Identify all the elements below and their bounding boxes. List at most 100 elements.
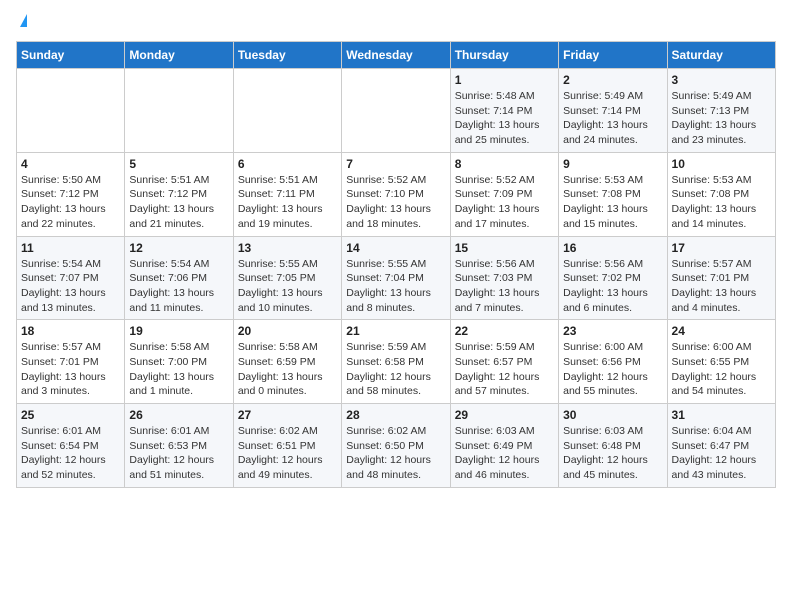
day-info: Sunrise: 5:48 AMSunset: 7:14 PMDaylight:… xyxy=(455,89,554,148)
calendar-cell: 12 Sunrise: 5:54 AMSunset: 7:06 PMDayligh… xyxy=(125,236,233,320)
day-info: Sunrise: 5:51 AMSunset: 7:11 PMDaylight:… xyxy=(238,173,337,232)
day-number: 22 xyxy=(455,324,554,338)
day-info: Sunrise: 6:00 AMSunset: 6:56 PMDaylight:… xyxy=(563,340,662,399)
calendar-cell: 1 Sunrise: 5:48 AMSunset: 7:14 PMDaylight… xyxy=(450,69,558,153)
day-info: Sunrise: 5:58 AMSunset: 7:00 PMDaylight:… xyxy=(129,340,228,399)
day-number: 24 xyxy=(672,324,771,338)
calendar-header-wednesday: Wednesday xyxy=(342,42,450,69)
day-number: 25 xyxy=(21,408,120,422)
calendar-cell: 11 Sunrise: 5:54 AMSunset: 7:07 PMDayligh… xyxy=(17,236,125,320)
calendar-cell: 26 Sunrise: 6:01 AMSunset: 6:53 PMDayligh… xyxy=(125,404,233,488)
calendar-table: SundayMondayTuesdayWednesdayThursdayFrid… xyxy=(16,41,776,488)
calendar-cell: 14 Sunrise: 5:55 AMSunset: 7:04 PMDayligh… xyxy=(342,236,450,320)
calendar-cell: 10 Sunrise: 5:53 AMSunset: 7:08 PMDayligh… xyxy=(667,152,775,236)
day-number: 23 xyxy=(563,324,662,338)
calendar-cell xyxy=(17,69,125,153)
calendar-cell: 29 Sunrise: 6:03 AMSunset: 6:49 PMDayligh… xyxy=(450,404,558,488)
day-number: 5 xyxy=(129,157,228,171)
day-number: 17 xyxy=(672,241,771,255)
day-number: 20 xyxy=(238,324,337,338)
calendar-header-saturday: Saturday xyxy=(667,42,775,69)
calendar-header-monday: Monday xyxy=(125,42,233,69)
calendar-week-row: 4 Sunrise: 5:50 AMSunset: 7:12 PMDaylight… xyxy=(17,152,776,236)
day-info: Sunrise: 5:55 AMSunset: 7:04 PMDaylight:… xyxy=(346,257,445,316)
day-number: 8 xyxy=(455,157,554,171)
day-info: Sunrise: 6:02 AMSunset: 6:50 PMDaylight:… xyxy=(346,424,445,483)
calendar-cell: 20 Sunrise: 5:58 AMSunset: 6:59 PMDayligh… xyxy=(233,320,341,404)
calendar-cell: 4 Sunrise: 5:50 AMSunset: 7:12 PMDaylight… xyxy=(17,152,125,236)
day-info: Sunrise: 5:52 AMSunset: 7:09 PMDaylight:… xyxy=(455,173,554,232)
calendar-cell: 3Sunrise: 5:49 AMSunset: 7:13 PMDaylight… xyxy=(667,69,775,153)
calendar-header-sunday: Sunday xyxy=(17,42,125,69)
calendar-cell: 19 Sunrise: 5:58 AMSunset: 7:00 PMDayligh… xyxy=(125,320,233,404)
calendar-cell: 27 Sunrise: 6:02 AMSunset: 6:51 PMDayligh… xyxy=(233,404,341,488)
day-info: Sunrise: 5:49 AMSunset: 7:14 PMDaylight:… xyxy=(563,89,662,148)
day-info: Sunrise: 5:53 AMSunset: 7:08 PMDaylight:… xyxy=(672,173,771,232)
calendar-cell: 25Sunrise: 6:01 AMSunset: 6:54 PMDayligh… xyxy=(17,404,125,488)
calendar-cell: 8 Sunrise: 5:52 AMSunset: 7:09 PMDaylight… xyxy=(450,152,558,236)
day-info: Sunrise: 5:54 AMSunset: 7:07 PMDaylight:… xyxy=(21,257,120,316)
day-number: 14 xyxy=(346,241,445,255)
day-number: 29 xyxy=(455,408,554,422)
calendar-cell xyxy=(125,69,233,153)
day-number: 19 xyxy=(129,324,228,338)
calendar-week-row: 11 Sunrise: 5:54 AMSunset: 7:07 PMDayligh… xyxy=(17,236,776,320)
calendar-header-tuesday: Tuesday xyxy=(233,42,341,69)
day-number: 27 xyxy=(238,408,337,422)
page-header xyxy=(16,16,776,29)
day-info: Sunrise: 5:56 AMSunset: 7:03 PMDaylight:… xyxy=(455,257,554,316)
calendar-cell xyxy=(342,69,450,153)
calendar-cell: 5 Sunrise: 5:51 AMSunset: 7:12 PMDaylight… xyxy=(125,152,233,236)
calendar-cell: 28 Sunrise: 6:02 AMSunset: 6:50 PMDayligh… xyxy=(342,404,450,488)
day-number: 30 xyxy=(563,408,662,422)
day-number: 31 xyxy=(672,408,771,422)
day-info: Sunrise: 5:54 AMSunset: 7:06 PMDaylight:… xyxy=(129,257,228,316)
day-number: 15 xyxy=(455,241,554,255)
calendar-cell: 6Sunrise: 5:51 AMSunset: 7:11 PMDaylight… xyxy=(233,152,341,236)
calendar-cell: 15 Sunrise: 5:56 AMSunset: 7:03 PMDayligh… xyxy=(450,236,558,320)
calendar-week-row: 18 Sunrise: 5:57 AMSunset: 7:01 PMDayligh… xyxy=(17,320,776,404)
calendar-cell: 13Sunrise: 5:55 AMSunset: 7:05 PMDayligh… xyxy=(233,236,341,320)
calendar-cell: 9 Sunrise: 5:53 AMSunset: 7:08 PMDaylight… xyxy=(559,152,667,236)
day-info: Sunrise: 6:02 AMSunset: 6:51 PMDaylight:… xyxy=(238,424,337,483)
day-info: Sunrise: 5:50 AMSunset: 7:12 PMDaylight:… xyxy=(21,173,120,232)
day-info: Sunrise: 5:51 AMSunset: 7:12 PMDaylight:… xyxy=(129,173,228,232)
day-info: Sunrise: 5:52 AMSunset: 7:10 PMDaylight:… xyxy=(346,173,445,232)
day-number: 21 xyxy=(346,324,445,338)
calendar-cell: 18 Sunrise: 5:57 AMSunset: 7:01 PMDayligh… xyxy=(17,320,125,404)
calendar-cell: 31 Sunrise: 6:04 AMSunset: 6:47 PMDayligh… xyxy=(667,404,775,488)
day-number: 1 xyxy=(455,73,554,87)
day-number: 9 xyxy=(563,157,662,171)
day-info: Sunrise: 5:59 AMSunset: 6:58 PMDaylight:… xyxy=(346,340,445,399)
day-info: Sunrise: 6:03 AMSunset: 6:49 PMDaylight:… xyxy=(455,424,554,483)
day-number: 10 xyxy=(672,157,771,171)
day-info: Sunrise: 6:01 AMSunset: 6:53 PMDaylight:… xyxy=(129,424,228,483)
day-number: 4 xyxy=(21,157,120,171)
calendar-cell: 2Sunrise: 5:49 AMSunset: 7:14 PMDaylight… xyxy=(559,69,667,153)
day-number: 12 xyxy=(129,241,228,255)
calendar-cell: 30Sunrise: 6:03 AMSunset: 6:48 PMDayligh… xyxy=(559,404,667,488)
day-info: Sunrise: 6:04 AMSunset: 6:47 PMDaylight:… xyxy=(672,424,771,483)
day-info: Sunrise: 5:55 AMSunset: 7:05 PMDaylight:… xyxy=(238,257,337,316)
day-number: 18 xyxy=(21,324,120,338)
day-info: Sunrise: 5:57 AMSunset: 7:01 PMDaylight:… xyxy=(21,340,120,399)
calendar-week-row: 1 Sunrise: 5:48 AMSunset: 7:14 PMDaylight… xyxy=(17,69,776,153)
day-number: 7 xyxy=(346,157,445,171)
calendar-cell: 23 Sunrise: 6:00 AMSunset: 6:56 PMDayligh… xyxy=(559,320,667,404)
day-number: 16 xyxy=(563,241,662,255)
day-number: 28 xyxy=(346,408,445,422)
day-info: Sunrise: 5:59 AMSunset: 6:57 PMDaylight:… xyxy=(455,340,554,399)
day-number: 11 xyxy=(21,241,120,255)
calendar-cell: 21 Sunrise: 5:59 AMSunset: 6:58 PMDayligh… xyxy=(342,320,450,404)
calendar-cell: 24Sunrise: 6:00 AMSunset: 6:55 PMDayligh… xyxy=(667,320,775,404)
calendar-week-row: 25Sunrise: 6:01 AMSunset: 6:54 PMDayligh… xyxy=(17,404,776,488)
calendar-cell: 17 Sunrise: 5:57 AMSunset: 7:01 PMDayligh… xyxy=(667,236,775,320)
day-info: Sunrise: 5:53 AMSunset: 7:08 PMDaylight:… xyxy=(563,173,662,232)
logo-icon xyxy=(20,14,27,27)
day-info: Sunrise: 5:58 AMSunset: 6:59 PMDaylight:… xyxy=(238,340,337,399)
day-info: Sunrise: 5:57 AMSunset: 7:01 PMDaylight:… xyxy=(672,257,771,316)
day-number: 26 xyxy=(129,408,228,422)
calendar-cell: 16Sunrise: 5:56 AMSunset: 7:02 PMDayligh… xyxy=(559,236,667,320)
calendar-cell: 22 Sunrise: 5:59 AMSunset: 6:57 PMDayligh… xyxy=(450,320,558,404)
day-number: 3 xyxy=(672,73,771,87)
